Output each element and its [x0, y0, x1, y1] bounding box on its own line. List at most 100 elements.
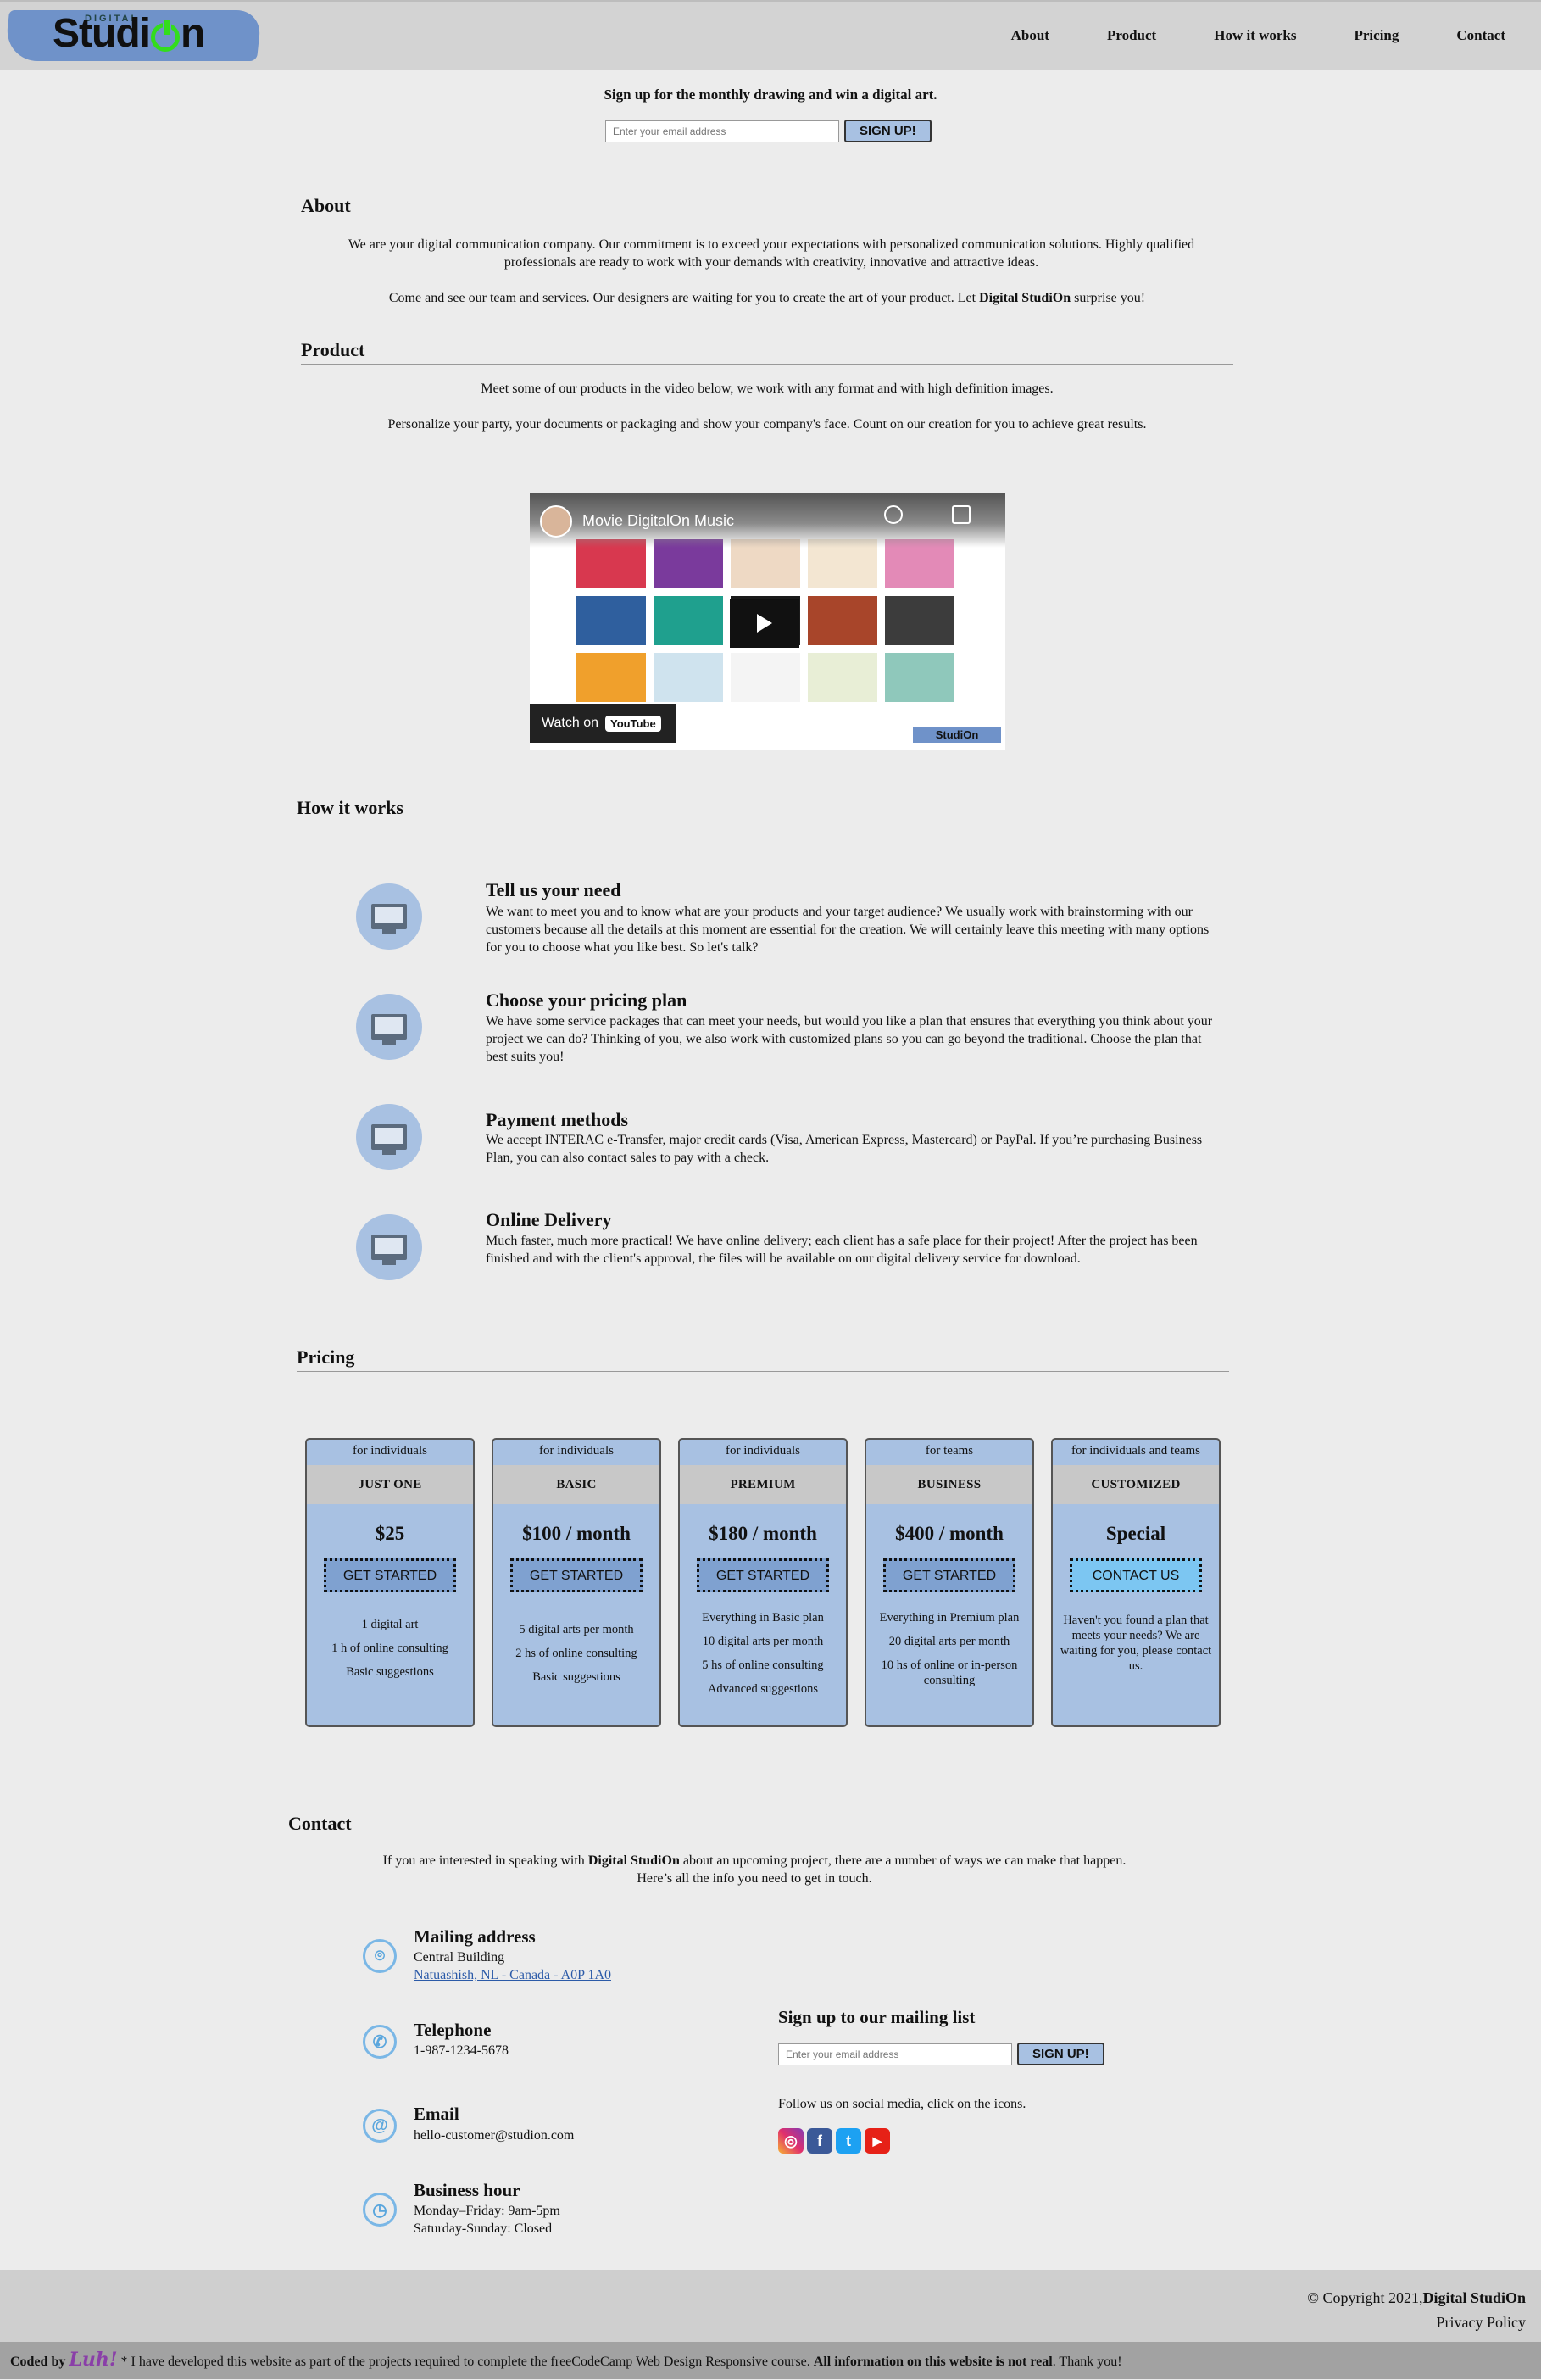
plan-feature: Advanced suggestions: [707, 1682, 819, 1696]
copyright-text: © Copyright 2021,: [1307, 2289, 1423, 2306]
plan-name: BUSINESS: [866, 1465, 1032, 1504]
share-icon[interactable]: [952, 505, 971, 524]
plan-feature: 1 digital art: [361, 1618, 419, 1631]
watch-on-label: Watch on: [542, 716, 598, 730]
phone-icon: ✆: [363, 2025, 397, 2059]
contact-intro: If you are interested in speaking with D…: [288, 1852, 1221, 1887]
delivery-icon: [356, 1214, 422, 1280]
meeting-icon: [356, 883, 422, 950]
credits-thanks: . Thank you!: [1052, 2355, 1122, 2369]
business-hour-title: Business hour: [414, 2180, 520, 2200]
contact-intro-post: about an upcoming project, there are a n…: [682, 1853, 1127, 1868]
plan-name: BASIC: [493, 1465, 659, 1504]
studion-logo[interactable]: DIGITAL Studi n: [3, 8, 263, 63]
business-hours-weekdays: Monday–Friday: 9am-5pm: [414, 2204, 560, 2218]
contact-title: Contact: [288, 1813, 352, 1834]
plan-price: $100 / month: [522, 1523, 631, 1544]
telephone-title: Telephone: [414, 2020, 492, 2040]
credits-bar: Coded by Luh! * I have developed this we…: [0, 2342, 1541, 2379]
get-started-button[interactable]: GET STARTED: [324, 1558, 456, 1592]
top-signup-form: SIGN UP!: [605, 120, 932, 142]
plan-name: PREMIUM: [680, 1465, 846, 1504]
email-title: Email: [414, 2104, 459, 2124]
mailing-list-signup-button[interactable]: SIGN UP!: [1017, 2043, 1104, 2065]
video-title[interactable]: Movie DigitalOn Music: [582, 512, 734, 530]
nav-contact[interactable]: Contact: [1456, 27, 1505, 44]
plan-features: Everything in Basic plan 10 digital arts…: [680, 1606, 846, 1701]
plan-feature: 2 hs of online consulting: [515, 1647, 637, 1660]
plan-features: 1 digital art 1 h of online consulting B…: [307, 1613, 473, 1684]
plan-feature: Basic suggestions: [346, 1665, 434, 1679]
plan-audience: for individuals: [353, 1444, 427, 1458]
video-card-thumbnail: [654, 653, 723, 702]
nav-product[interactable]: Product: [1107, 27, 1156, 44]
email-address: hello-customer@studion.com: [414, 2128, 575, 2143]
plan-features: 5 digital arts per month 2 hs of online …: [493, 1618, 659, 1689]
youtube-logo-icon: YouTube: [605, 715, 661, 732]
twitter-icon[interactable]: t: [836, 2128, 861, 2154]
plan-feature: 10 hs of online or in-person consulting: [881, 1658, 1018, 1687]
video-card-thumbnail: [808, 596, 877, 645]
mailing-address-line1: Central Building: [414, 1950, 505, 1965]
clock-icon: ◷: [363, 2193, 397, 2227]
about-title: About: [301, 195, 351, 216]
contact-intro-line2: Here’s all the info you need to get in t…: [637, 1871, 872, 1886]
video-card-thumbnail: [731, 653, 800, 702]
step-3-title: Payment methods: [486, 1109, 629, 1130]
get-started-button[interactable]: GET STARTED: [697, 1558, 829, 1592]
top-email-input[interactable]: [605, 120, 839, 142]
how-it-works-title: How it works: [297, 797, 403, 818]
step-2-text: We have some service packages that can m…: [486, 1014, 1213, 1064]
mailing-list-title: Sign up to our mailing list: [778, 2007, 976, 2027]
plan-feature: Everything in Basic plan: [702, 1611, 824, 1625]
pricing-plan-icon: [356, 994, 422, 1060]
plan-audience: for individuals and teams: [1071, 1444, 1201, 1458]
top-signup-button[interactable]: SIGN UP!: [844, 120, 932, 142]
nav-pricing[interactable]: Pricing: [1355, 27, 1399, 44]
privacy-policy-link[interactable]: Privacy Policy: [1437, 2314, 1527, 2331]
contact-us-button[interactable]: CONTACT US: [1070, 1558, 1202, 1592]
plan-name: CUSTOMIZED: [1053, 1465, 1219, 1504]
play-icon: [757, 614, 772, 633]
mailing-address-link[interactable]: Natuashish, NL - Canada - A0P 1A0: [414, 1966, 611, 1984]
nav-how-it-works[interactable]: How it works: [1214, 27, 1296, 44]
channel-avatar[interactable]: [540, 505, 572, 538]
logo-text-right: n: [180, 11, 205, 56]
contact-intro-pre: If you are interested in speaking with: [382, 1853, 585, 1868]
get-started-button[interactable]: GET STARTED: [510, 1558, 643, 1592]
logo-text: Studi n: [53, 10, 205, 57]
plan-card-customized: for individuals and teams CUSTOMIZED Spe…: [1051, 1438, 1221, 1727]
video-card-thumbnail: [654, 596, 723, 645]
play-button[interactable]: [730, 599, 799, 648]
payment-icon: [356, 1104, 422, 1170]
about-brand-o: n: [1063, 291, 1071, 305]
get-started-button[interactable]: GET STARTED: [883, 1558, 1015, 1592]
contact-brand-o: n: [671, 1853, 680, 1868]
watch-on-youtube[interactable]: Watch on YouTube: [530, 704, 676, 743]
mailing-address-title: Mailing address: [414, 1926, 536, 1947]
plan-audience: for individuals: [539, 1444, 614, 1458]
monthly-drawing-title: Sign up for the monthly drawing and win …: [604, 86, 937, 103]
pricing-title: Pricing: [297, 1346, 355, 1368]
step-1-text: We want to meet you and to know what are…: [486, 905, 1210, 955]
youtube-icon[interactable]: ▶: [865, 2128, 890, 2154]
plan-card-business: for teams BUSINESS $400 / month GET STAR…: [865, 1438, 1034, 1727]
watch-later-icon[interactable]: [884, 505, 903, 524]
author-signature[interactable]: Luh!: [69, 2349, 117, 2371]
instagram-icon[interactable]: ◎: [778, 2128, 804, 2154]
plan-name: JUST ONE: [307, 1465, 473, 1504]
product-video[interactable]: Movie DigitalOn Music Watch on YouTube S…: [530, 493, 1005, 750]
video-card-thumbnail: [885, 596, 954, 645]
step-2-title: Choose your pricing plan: [486, 989, 687, 1011]
plan-card-basic: for individuals BASIC $100 / month GET S…: [492, 1438, 661, 1727]
plan-price: $400 / month: [895, 1523, 1004, 1544]
facebook-icon[interactable]: f: [807, 2128, 832, 2154]
product-divider: [301, 364, 1233, 365]
product-title: Product: [301, 339, 365, 360]
mailing-list-email-input[interactable]: [778, 2043, 1012, 2065]
plan-feature: Basic suggestions: [532, 1670, 620, 1684]
plan-price: $180 / month: [709, 1523, 817, 1544]
credits-note: * I have developed this website as part …: [120, 2355, 810, 2369]
nav-about[interactable]: About: [1011, 27, 1049, 44]
about-paragraph-1: We are your digital communication compan…: [348, 237, 1195, 270]
